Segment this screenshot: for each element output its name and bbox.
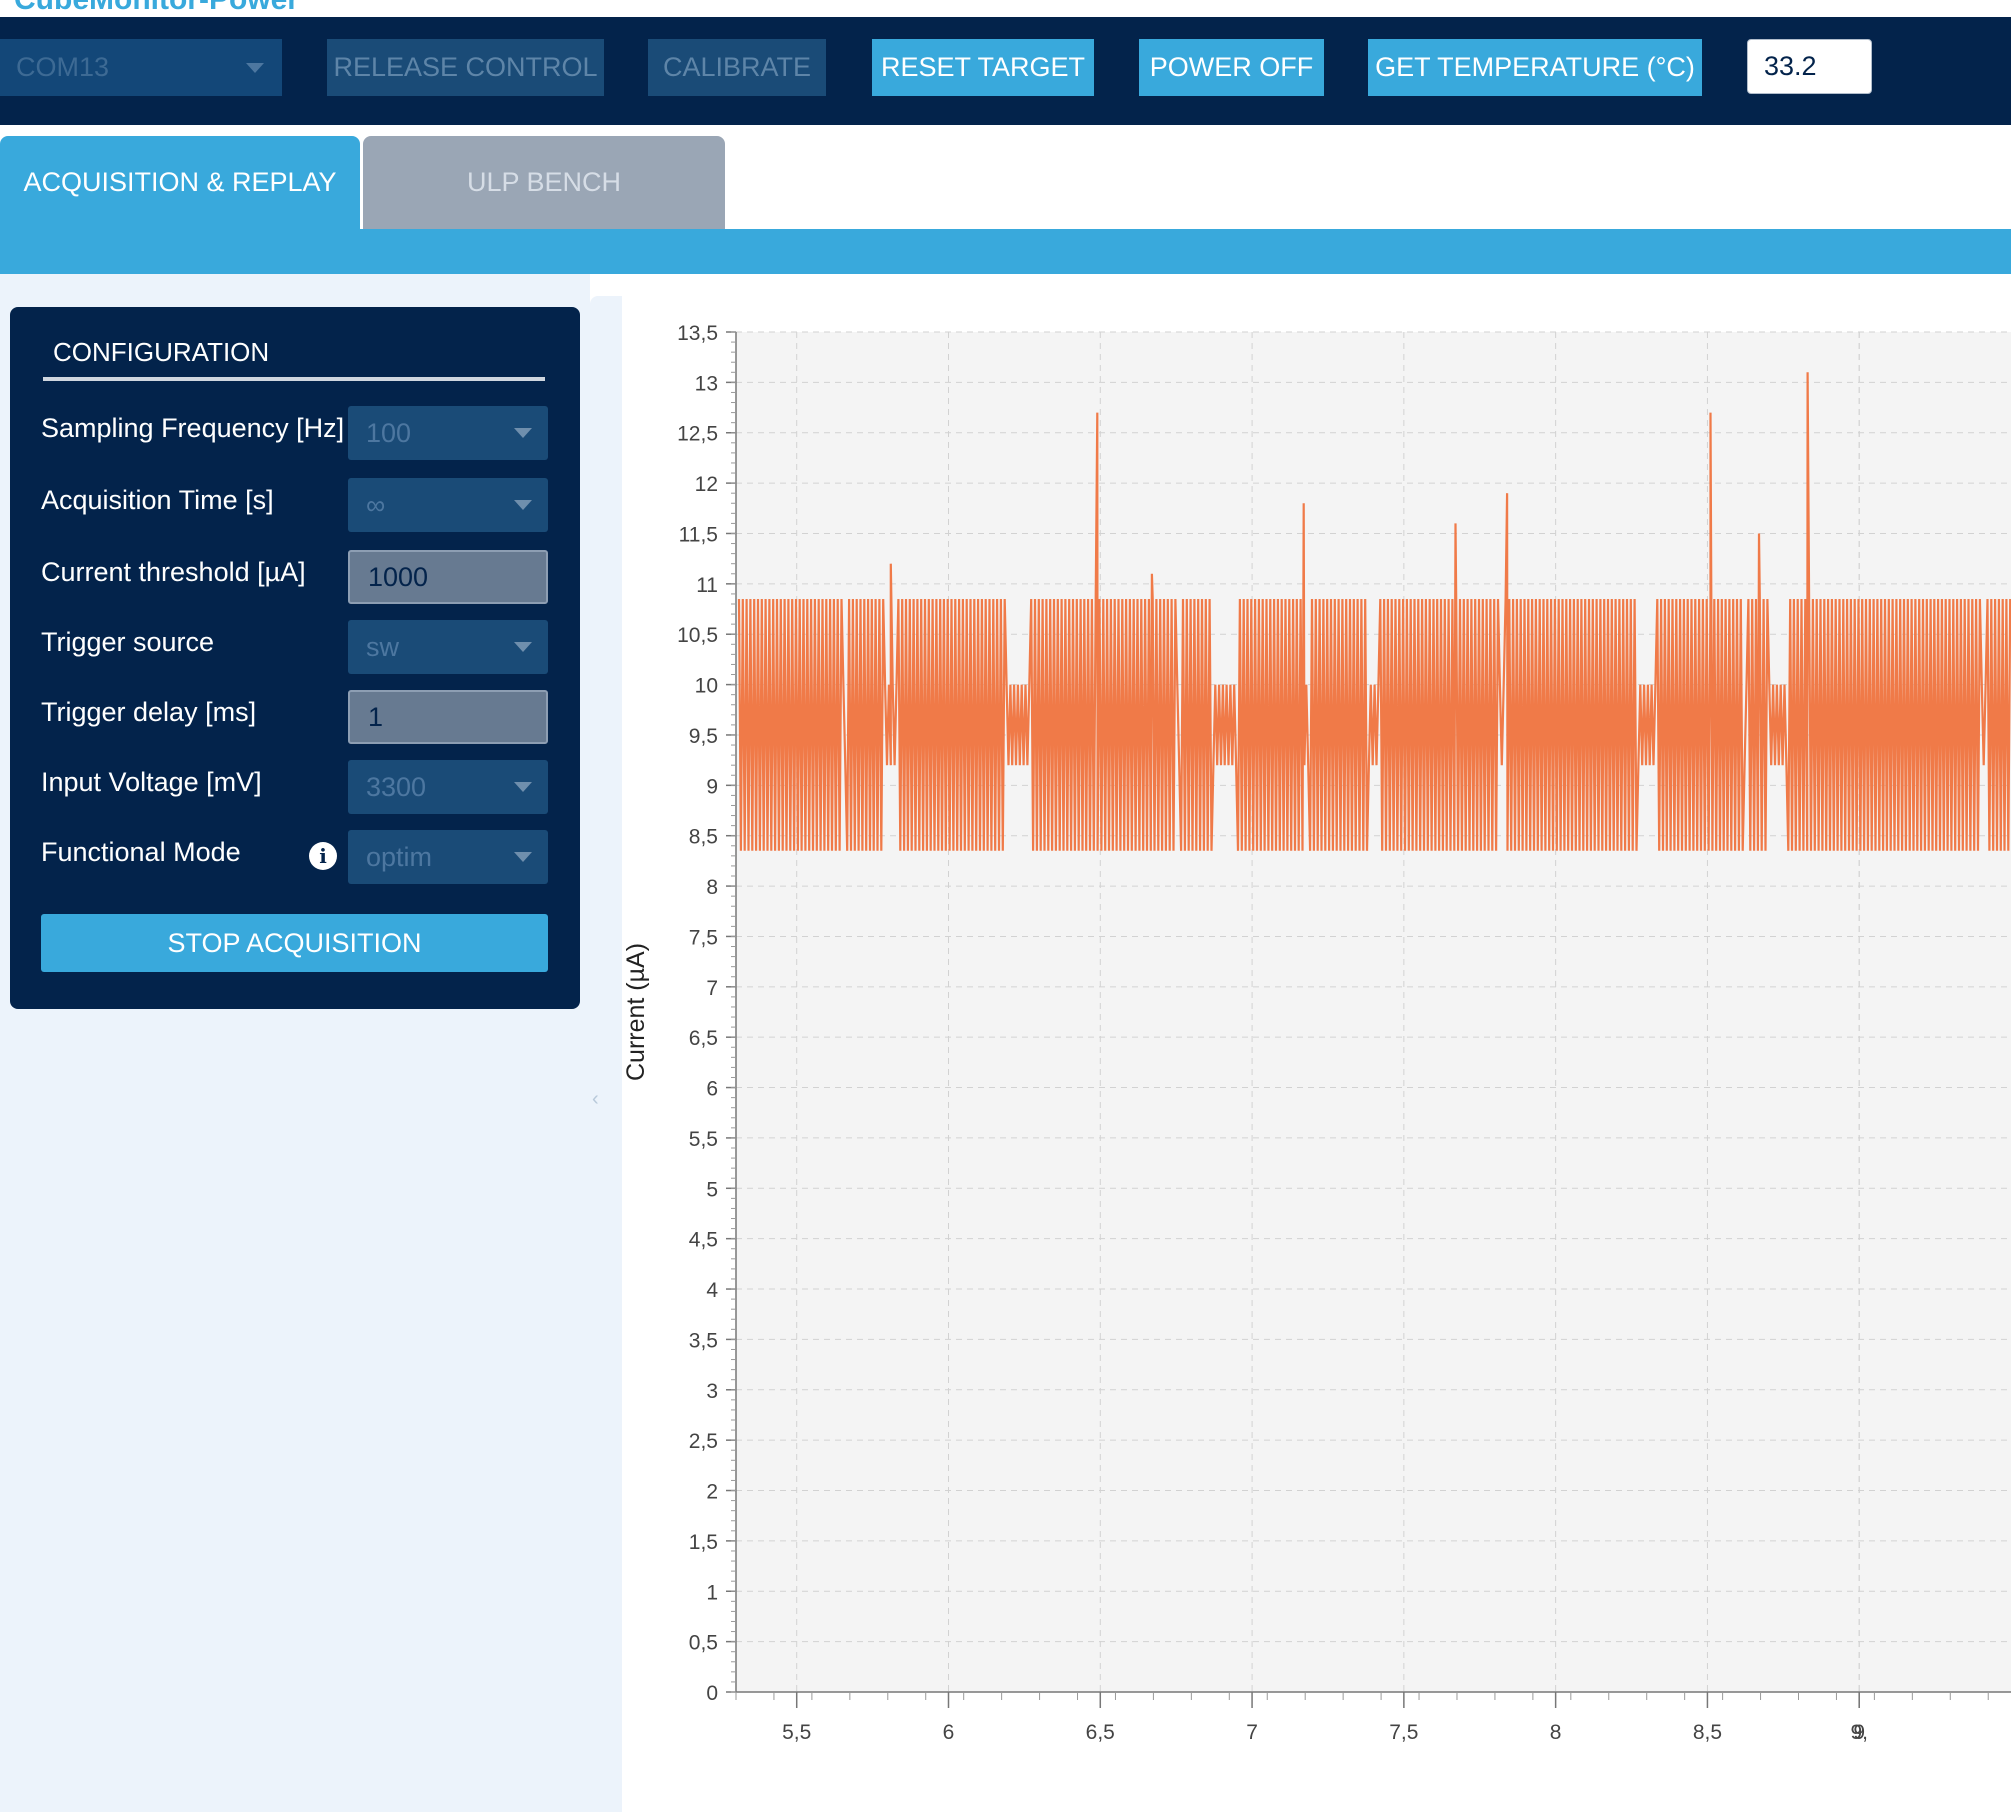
y-tick-label: 7 bbox=[706, 977, 718, 1000]
y-tick-label: 11,5 bbox=[679, 523, 718, 546]
tab-acquisition-replay[interactable]: ACQUISITION & REPLAY bbox=[0, 136, 360, 229]
acquisition-time-select[interactable]: ∞ bbox=[348, 478, 548, 532]
x-tick-label: 7,5 bbox=[1389, 1721, 1418, 1744]
y-tick-label: 0 bbox=[706, 1682, 718, 1705]
y-tick-label: 8 bbox=[706, 876, 718, 899]
temperature-value: 33.2 bbox=[1764, 51, 1817, 81]
y-tick-label: 1,5 bbox=[689, 1531, 718, 1554]
y-tick-label: 9,5 bbox=[689, 725, 718, 748]
chevron-down-icon bbox=[514, 642, 532, 652]
app-title: CubeMonitor-Power bbox=[14, 0, 299, 17]
y-tick-label: 8,5 bbox=[689, 826, 718, 849]
collapse-arrow-icon[interactable]: ‹ bbox=[592, 1088, 599, 1111]
sampling-frequency-label: Sampling Frequency [Hz] bbox=[41, 413, 345, 443]
y-tick-label: 5 bbox=[706, 1178, 718, 1201]
y-tick-label: 6,5 bbox=[689, 1027, 718, 1050]
current-chart[interactable]: 00,511,522,533,544,555,566,577,588,599,5… bbox=[620, 300, 2011, 1780]
com-port-value: COM13 bbox=[16, 52, 110, 82]
com-port-select[interactable]: COM13 bbox=[0, 39, 282, 96]
reset-target-button[interactable]: RESET TARGET bbox=[872, 39, 1094, 96]
input-voltage-label: Input Voltage [mV] bbox=[41, 767, 262, 797]
x-tick-label: 6,5 bbox=[1086, 1721, 1115, 1744]
y-tick-label: 13 bbox=[695, 372, 718, 395]
configuration-panel: CONFIGURATION Sampling Frequency [Hz] 10… bbox=[10, 307, 580, 1009]
x-tick-label: 9, bbox=[1850, 1721, 1868, 1744]
y-tick-label: 12 bbox=[695, 473, 718, 496]
y-tick-label: 9 bbox=[706, 775, 718, 798]
x-tick-label: 6 bbox=[943, 1721, 955, 1744]
configuration-title: CONFIGURATION bbox=[53, 337, 270, 367]
stop-acquisition-button[interactable]: STOP ACQUISITION bbox=[41, 914, 548, 972]
y-tick-label: 4 bbox=[706, 1279, 718, 1302]
release-control-button[interactable]: RELEASE CONTROL bbox=[327, 39, 604, 96]
y-tick-label: 4,5 bbox=[689, 1229, 718, 1252]
sampling-frequency-select[interactable]: 100 bbox=[348, 406, 548, 460]
get-temperature-button[interactable]: GET TEMPERATURE (°C) bbox=[1368, 39, 1702, 96]
x-tick-label: 7 bbox=[1246, 1721, 1258, 1744]
power-off-button[interactable]: POWER OFF bbox=[1139, 39, 1324, 96]
y-tick-label: 5,5 bbox=[689, 1128, 718, 1151]
chevron-down-icon bbox=[514, 428, 532, 438]
chevron-down-icon bbox=[514, 500, 532, 510]
y-tick-label: 3 bbox=[706, 1380, 718, 1403]
chevron-down-icon bbox=[246, 63, 264, 73]
x-tick-label: 8 bbox=[1550, 1721, 1562, 1744]
functional-mode-select[interactable]: optim bbox=[348, 830, 548, 884]
trigger-source-value: sw bbox=[366, 631, 399, 662]
chevron-down-icon bbox=[514, 782, 532, 792]
y-tick-label: 6 bbox=[706, 1078, 718, 1101]
y-tick-label: 0,5 bbox=[689, 1632, 718, 1655]
info-icon[interactable]: i bbox=[309, 842, 337, 870]
x-tick-label: 8,5 bbox=[1693, 1721, 1722, 1744]
y-tick-label: 10,5 bbox=[677, 624, 718, 647]
trigger-delay-value: 1 bbox=[368, 701, 384, 732]
sampling-frequency-value: 100 bbox=[366, 417, 412, 448]
acquisition-time-label: Acquisition Time [s] bbox=[41, 485, 274, 515]
top-toolbar: COM13 RELEASE CONTROL CALIBRATE RESET TA… bbox=[0, 17, 2011, 125]
y-tick-label: 2 bbox=[706, 1481, 718, 1504]
current-threshold-label: Current threshold [µA] bbox=[41, 557, 306, 587]
y-tick-label: 7,5 bbox=[689, 926, 718, 949]
configuration-divider bbox=[43, 377, 545, 381]
app-title-strip: CubeMonitor-Power bbox=[0, 0, 2011, 17]
tab-ulp-bench[interactable]: ULP BENCH bbox=[363, 136, 725, 229]
y-axis-label: Current (µA) bbox=[622, 943, 650, 1081]
current-threshold-input[interactable]: 1000 bbox=[348, 550, 548, 604]
y-tick-label: 3,5 bbox=[689, 1329, 718, 1352]
plot-area bbox=[736, 332, 2011, 1692]
temperature-field[interactable]: 33.2 bbox=[1747, 39, 1872, 94]
trigger-source-label: Trigger source bbox=[41, 627, 215, 657]
y-tick-label: 2,5 bbox=[689, 1430, 718, 1453]
trigger-delay-label: Trigger delay [ms] bbox=[41, 697, 257, 727]
input-voltage-value: 3300 bbox=[366, 771, 427, 802]
y-tick-label: 13,5 bbox=[677, 322, 718, 345]
trigger-source-select[interactable]: sw bbox=[348, 620, 548, 674]
chevron-down-icon bbox=[514, 852, 532, 862]
calibrate-button[interactable]: CALIBRATE bbox=[648, 39, 826, 96]
y-tick-label: 10 bbox=[695, 675, 718, 698]
y-tick-label: 11 bbox=[696, 574, 718, 597]
y-tick-label: 1 bbox=[706, 1581, 718, 1604]
functional-mode-label: Functional Mode bbox=[41, 837, 241, 867]
current-threshold-value: 1000 bbox=[368, 561, 429, 592]
acquisition-time-value: ∞ bbox=[366, 489, 386, 520]
y-tick-label: 12,5 bbox=[677, 423, 718, 446]
trigger-delay-input[interactable]: 1 bbox=[348, 690, 548, 744]
tab-content-header bbox=[0, 229, 2011, 274]
x-tick-label: 5,5 bbox=[782, 1721, 811, 1744]
panel-splitter[interactable] bbox=[590, 296, 622, 1812]
functional-mode-value: optim bbox=[366, 841, 433, 872]
input-voltage-select[interactable]: 3300 bbox=[348, 760, 548, 814]
